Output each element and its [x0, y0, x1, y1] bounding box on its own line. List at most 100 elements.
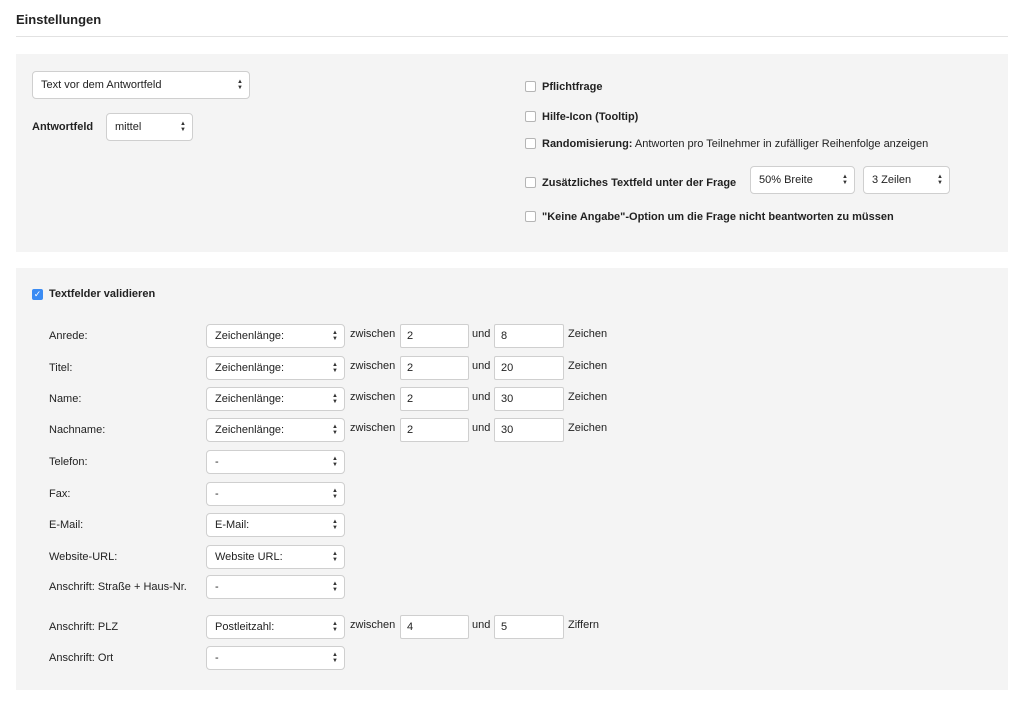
select-arrows-icon: ▲ ▼	[332, 488, 338, 500]
select-arrows-icon: ▲ ▼	[332, 393, 338, 405]
validate-textfields-label: Textfelder validieren	[49, 288, 156, 300]
validation-type-value: Zeichenlänge:	[215, 393, 285, 405]
select-arrows-icon: ▲ ▼	[332, 652, 338, 664]
validation-row-label: Anschrift: Straße + Haus-Nr.	[49, 581, 187, 593]
between-label: zwischen	[350, 328, 396, 340]
select-arrows-icon: ▲ ▼	[332, 362, 338, 374]
between-label: zwischen	[350, 391, 396, 403]
validation-type-value: Zeichenlänge:	[215, 424, 285, 436]
answer-field-label: Antwortfeld	[32, 121, 94, 133]
validation-type-select[interactable]: Postleitzahl: ▲ ▼	[206, 615, 345, 639]
max-length-input[interactable]: 30	[494, 418, 564, 442]
and-label: und	[472, 422, 491, 434]
validation-type-select[interactable]: Zeichenlänge: ▲ ▼	[206, 418, 345, 442]
between-label: zwischen	[350, 422, 396, 434]
and-label: und	[472, 328, 491, 340]
validation-type-value: Zeichenlänge:	[215, 362, 285, 374]
extra-textfield-label: Zusätzliches Textfeld unter der Frage	[542, 177, 737, 189]
validation-type-select[interactable]: Website URL: ▲ ▼	[206, 545, 345, 569]
unit-label: Zeichen	[568, 391, 608, 403]
no-answer-label: "Keine Angabe"-Option um die Frage nicht…	[542, 211, 894, 223]
unit-label: Zeichen	[568, 328, 608, 340]
validation-type-select[interactable]: E-Mail: ▲ ▼	[206, 513, 345, 537]
validate-textfields-checkbox[interactable]: ✓	[32, 289, 43, 300]
max-length-input[interactable]: 30	[494, 387, 564, 411]
validation-panel: ✓ Textfelder validieren Anrede: Zeichenlä…	[16, 268, 1008, 690]
and-label: und	[472, 360, 491, 372]
select-arrows-icon: ▲ ▼	[332, 424, 338, 436]
randomize-label-rest: Antworten pro Teilnehmer in zufälliger R…	[634, 138, 929, 150]
max-length-input[interactable]: 8	[494, 324, 564, 348]
validation-type-value: Website URL:	[215, 551, 283, 563]
validation-type-select[interactable]: Zeichenlänge: ▲ ▼	[206, 356, 345, 380]
select-arrows-icon: ▲ ▼	[842, 174, 848, 186]
validation-type-select[interactable]: - ▲ ▼	[206, 646, 345, 670]
extra-textfield-width-value: 50% Breite	[759, 174, 813, 186]
text-position-select[interactable]: Text vor dem Antwortfeld ▲ ▼	[32, 71, 250, 99]
validation-row-label: E-Mail:	[49, 519, 84, 531]
validation-type-value: Postleitzahl:	[215, 621, 275, 633]
validation-type-value: -	[215, 488, 219, 500]
validation-row-label: Anschrift: PLZ	[49, 621, 119, 633]
select-arrows-icon: ▲ ▼	[237, 79, 243, 91]
required-checkbox[interactable]	[525, 81, 536, 92]
validation-type-value: Zeichenlänge:	[215, 330, 285, 342]
validation-row-label: Nachname:	[49, 424, 106, 436]
min-length-input[interactable]: 2	[400, 356, 469, 380]
randomize-label: Randomisierung: Antworten pro Teilnehmer…	[542, 138, 928, 150]
select-arrows-icon: ▲ ▼	[332, 621, 338, 633]
help-icon-label: Hilfe-Icon (Tooltip)	[542, 111, 639, 123]
validation-type-value: -	[215, 652, 219, 664]
select-arrows-icon: ▲ ▼	[937, 174, 943, 186]
between-label: zwischen	[350, 360, 396, 372]
and-label: und	[472, 391, 491, 403]
select-arrows-icon: ▲ ▼	[332, 581, 338, 593]
answer-field-select[interactable]: mittel ▲ ▼	[106, 113, 193, 141]
validation-type-select[interactable]: Zeichenlänge: ▲ ▼	[206, 387, 345, 411]
validation-row-label: Anrede:	[49, 330, 88, 342]
validation-row-label: Anschrift: Ort	[49, 652, 114, 664]
required-label: Pflichtfrage	[542, 81, 603, 93]
help-icon-checkbox[interactable]	[525, 111, 536, 122]
between-label: zwischen	[350, 619, 396, 631]
and-label: und	[472, 619, 491, 631]
validation-row-label: Telefon:	[49, 456, 88, 468]
randomize-checkbox[interactable]	[525, 138, 536, 149]
validation-row-label: Name:	[49, 393, 82, 405]
validation-type-select[interactable]: - ▲ ▼	[206, 575, 345, 599]
validation-type-select[interactable]: Zeichenlänge: ▲ ▼	[206, 324, 345, 348]
validation-type-value: -	[215, 581, 219, 593]
select-arrows-icon: ▲ ▼	[180, 121, 186, 133]
validation-row-label: Website-URL:	[49, 551, 118, 563]
extra-textfield-width-select[interactable]: 50% Breite ▲ ▼	[750, 166, 855, 194]
min-length-input[interactable]: 2	[400, 418, 469, 442]
select-arrows-icon: ▲ ▼	[332, 330, 338, 342]
select-arrows-icon: ▲ ▼	[332, 519, 338, 531]
title-divider	[16, 36, 1008, 37]
max-length-input[interactable]: 5	[494, 615, 564, 639]
settings-panel: Text vor dem Antwortfeld ▲ ▼ Antwortfeld …	[16, 54, 1008, 252]
min-length-input[interactable]: 2	[400, 324, 469, 348]
validation-type-value: E-Mail:	[215, 519, 250, 531]
select-arrows-icon: ▲ ▼	[332, 456, 338, 468]
validation-row-label: Titel:	[49, 362, 73, 374]
answer-field-select-value: mittel	[115, 121, 142, 133]
validation-row-label: Fax:	[49, 488, 71, 500]
extra-textfield-rows-value: 3 Zeilen	[872, 174, 912, 186]
randomize-label-bold: Randomisierung:	[542, 138, 633, 150]
unit-label: Zeichen	[568, 360, 608, 372]
validation-type-select[interactable]: - ▲ ▼	[206, 482, 345, 506]
min-length-input[interactable]: 4	[400, 615, 469, 639]
select-arrows-icon: ▲ ▼	[332, 551, 338, 563]
max-length-input[interactable]: 20	[494, 356, 564, 380]
unit-label: Zeichen	[568, 422, 608, 434]
unit-label: Ziffern	[568, 619, 599, 631]
extra-textfield-rows-select[interactable]: 3 Zeilen ▲ ▼	[863, 166, 950, 194]
min-length-input[interactable]: 2	[400, 387, 469, 411]
extra-textfield-checkbox[interactable]	[525, 177, 536, 188]
validation-type-value: -	[215, 456, 219, 468]
text-position-select-value: Text vor dem Antwortfeld	[41, 79, 162, 91]
no-answer-checkbox[interactable]	[525, 211, 536, 222]
page-title: Einstellungen	[16, 12, 102, 27]
validation-type-select[interactable]: - ▲ ▼	[206, 450, 345, 474]
